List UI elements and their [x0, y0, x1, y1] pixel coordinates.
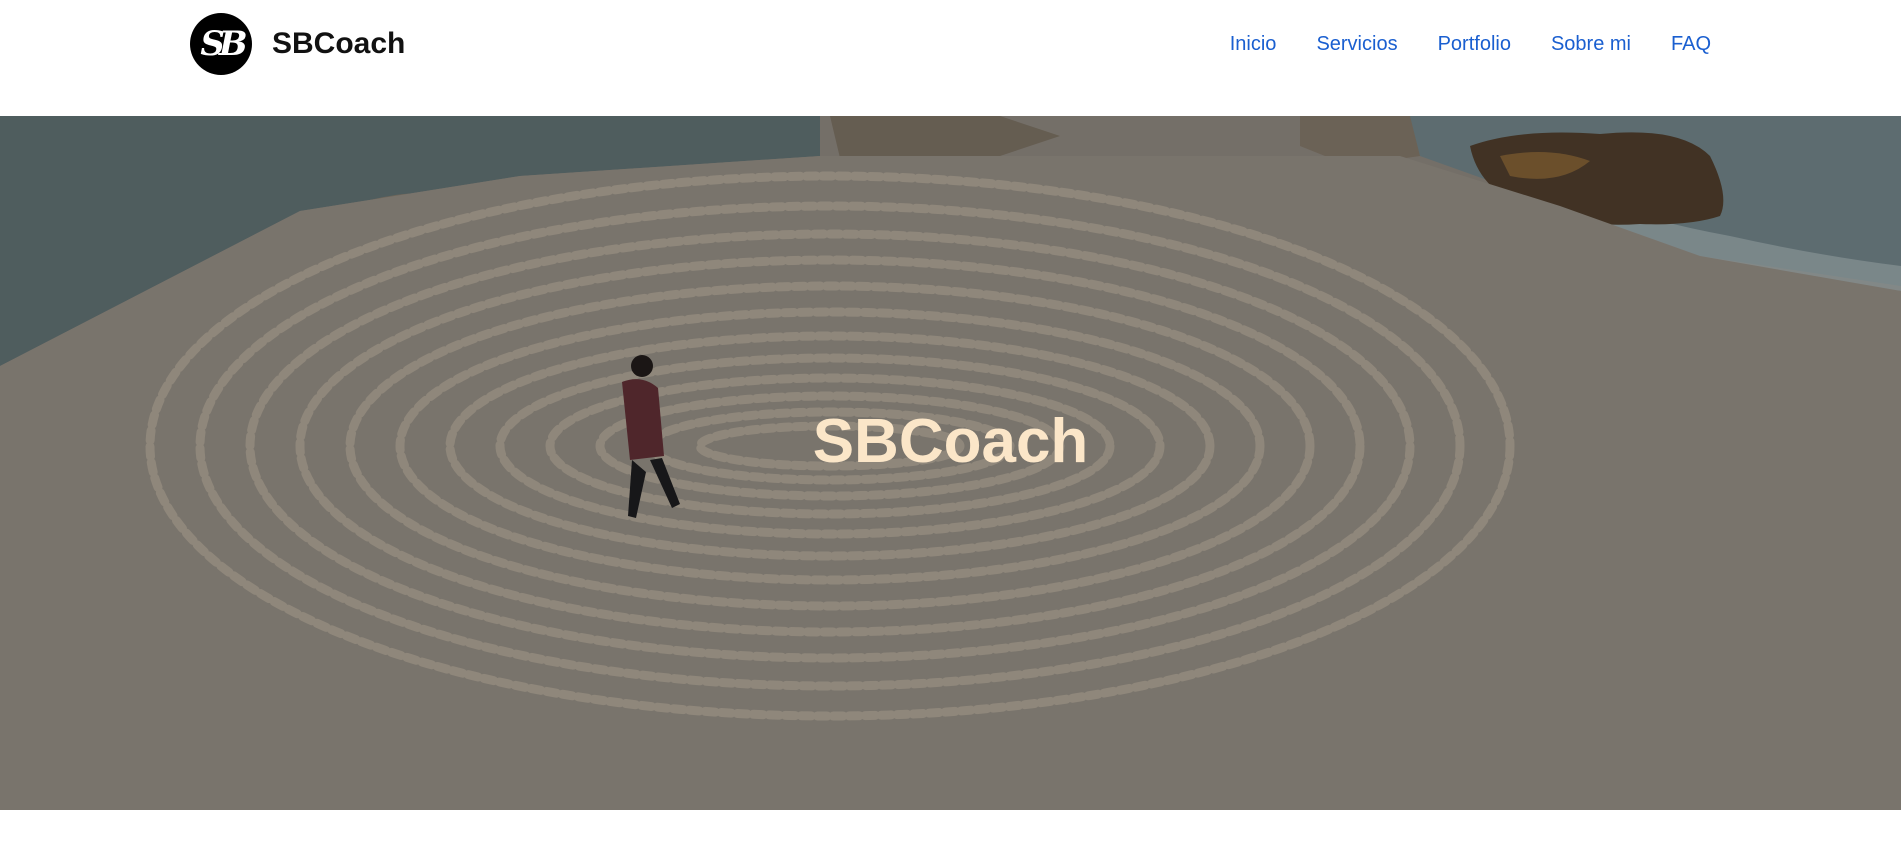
nav-link-inicio[interactable]: Inicio [1230, 30, 1277, 58]
hero-title: SBCoach [812, 407, 1089, 476]
site-header: SB SBCoach Inicio Servicios Portfolio So… [0, 0, 1901, 116]
main-nav: Inicio Servicios Portfolio Sobre mi FAQ [1230, 30, 1711, 58]
hero-banner: SBCoach [0, 116, 1901, 810]
nav-link-servicios[interactable]: Servicios [1316, 30, 1397, 58]
page-content-start [0, 810, 1901, 866]
brand-home-link[interactable]: SB SBCoach [190, 13, 405, 75]
nav-link-portfolio[interactable]: Portfolio [1438, 30, 1511, 58]
sb-logo-icon: SB [190, 13, 252, 75]
nav-link-faq[interactable]: FAQ [1671, 30, 1711, 58]
brand-name: SBCoach [272, 27, 406, 60]
nav-link-sobre-mi[interactable]: Sobre mi [1551, 30, 1631, 58]
